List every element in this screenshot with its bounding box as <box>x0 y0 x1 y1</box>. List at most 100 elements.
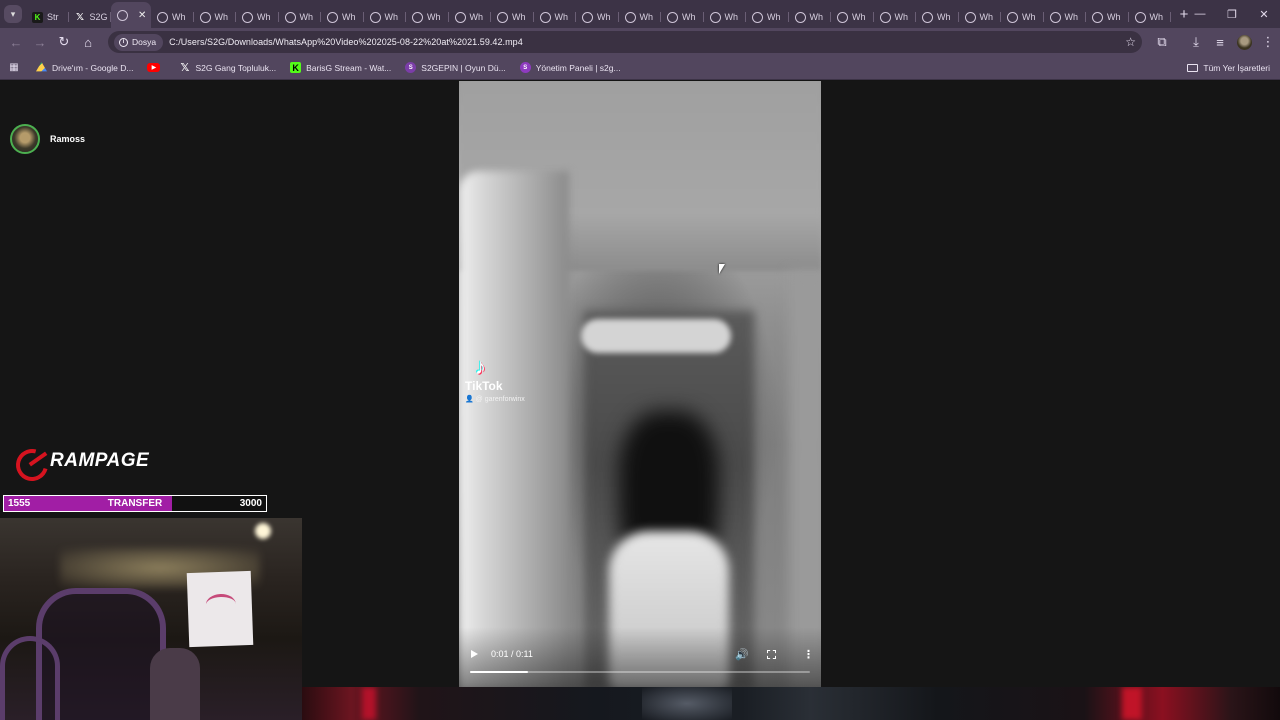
browser-tab[interactable]: ✕ <box>111 2 151 28</box>
browser-tab[interactable]: Wh <box>449 6 492 28</box>
tab-label: Wh <box>724 12 739 22</box>
bookmark-item[interactable]: Drive'ım - Google D... <box>36 62 133 73</box>
browser-tab[interactable]: Wh <box>1086 6 1129 28</box>
extensions-puzzle-icon[interactable]: ⧉ <box>1150 30 1174 54</box>
tab-label: Wh <box>852 12 866 22</box>
browser-tab[interactable]: Wh <box>279 6 322 28</box>
tab-list: K Str 𝕏 S2G ✕ Wh Wh Wh Wh Wh Wh Wh Wh Wh Wh Wh Wh Wh Wh Wh W… <box>26 0 1171 28</box>
all-bookmarks-label: Tüm Yer İşaretleri <box>1203 62 1270 73</box>
tab-label: Wh <box>469 12 484 22</box>
browser-tab[interactable]: K Str <box>26 6 69 28</box>
close-window-icon[interactable]: ✕ <box>1248 0 1280 28</box>
browser-tab[interactable]: Wh <box>704 6 747 28</box>
site-info-label: Dosya <box>132 37 157 47</box>
stream-background-strip <box>302 687 1280 720</box>
globe-icon <box>412 11 423 23</box>
browser-tab[interactable]: Wh <box>151 6 194 28</box>
panel-icon: S <box>519 62 531 73</box>
browser-tab[interactable]: Wh <box>789 6 832 28</box>
back-arrow-icon[interactable]: ← <box>4 30 28 54</box>
tiktok-brand: TikTok <box>465 379 503 393</box>
x-icon: 𝕏 <box>75 11 85 23</box>
bookmark-label: Drive'ım - Google D... <box>52 62 134 73</box>
x-icon: 𝕏 <box>180 62 190 74</box>
bookmark-label: S2G Gang Topluluk... <box>195 62 277 73</box>
profile-avatar[interactable] <box>1232 30 1256 54</box>
globe-icon <box>497 11 508 23</box>
streamer-badge: Ramoss <box>10 124 85 154</box>
forward-arrow-icon[interactable]: → <box>28 30 52 54</box>
browser-tab[interactable]: Wh <box>576 6 619 28</box>
tab-label: Wh <box>937 12 951 22</box>
browser-tab[interactable]: Wh <box>236 6 279 28</box>
tab-label: Wh <box>384 12 399 22</box>
browser-tab[interactable]: Wh <box>364 6 407 28</box>
globe-icon <box>157 11 168 23</box>
media-control-icon[interactable]: ≡ <box>1208 30 1232 54</box>
browser-tab[interactable]: Wh <box>874 6 917 28</box>
globe-icon <box>709 11 721 23</box>
video-player[interactable]: ♪ TikTok 👤 @ garenforwinx 0:01 / 0:11 🔊 … <box>459 81 821 687</box>
browser-tab[interactable]: Wh <box>1129 6 1172 28</box>
browser-toolbar: ← → ↻ ⌂ i Dosya C:/Users/S2G/Downloads/W… <box>0 28 1280 56</box>
home-icon[interactable]: ⌂ <box>76 30 100 54</box>
site-info-chip[interactable]: i Dosya <box>114 33 164 51</box>
browser-tab[interactable]: Wh <box>831 6 874 28</box>
bookmark-star-icon[interactable]: ☆ <box>1125 35 1136 49</box>
video-progress-bar[interactable] <box>470 671 810 673</box>
bookmark-item[interactable]: 𝕏 S2G Gang Topluluk... <box>179 62 277 74</box>
play-icon[interactable] <box>471 650 478 658</box>
video-frame-right-wall <box>789 271 821 687</box>
video-time: 0:01 / 0:11 <box>491 649 533 659</box>
bookmark-item[interactable]: ▶ <box>147 63 165 72</box>
browser-tab[interactable]: Wh <box>194 6 237 28</box>
globe-icon <box>199 11 211 23</box>
tab-label: Wh <box>299 12 314 22</box>
video-frame-light <box>581 319 731 353</box>
tab-label: S2G <box>89 12 108 22</box>
s2g-icon: S <box>405 62 417 73</box>
volume-icon[interactable]: 🔊 <box>735 648 749 661</box>
bookmark-item[interactable]: S Yönetim Paneli | s2g... <box>519 62 621 73</box>
browser-tab[interactable]: Wh <box>1044 6 1087 28</box>
browser-tab[interactable]: Wh <box>534 6 577 28</box>
globe-icon <box>1134 11 1146 23</box>
fullscreen-icon[interactable] <box>767 650 776 659</box>
address-bar[interactable]: i Dosya C:/Users/S2G/Downloads/WhatsApp%… <box>108 31 1142 53</box>
page-content: ♪ TikTok 👤 @ garenforwinx 0:01 / 0:11 🔊 … <box>0 81 1280 720</box>
tab-strip: ▾ K Str 𝕏 S2G ✕ Wh Wh Wh Wh Wh Wh Wh Wh Wh Wh Wh Wh Wh Wh W… <box>0 0 1280 28</box>
tab-search-chevron-icon[interactable]: ▾ <box>4 5 22 23</box>
browser-tab[interactable]: Wh <box>661 6 704 28</box>
tab-label: Wh <box>767 12 781 22</box>
google-drive-icon <box>36 62 47 72</box>
menu-kebab-icon[interactable]: ⋮ <box>1256 30 1280 54</box>
apps-grid-icon[interactable]: ▦ <box>2 56 26 80</box>
tab-label: Wh <box>597 12 611 22</box>
bookmark-item[interactable]: S S2GEPIN | Oyun Dü... <box>405 62 506 73</box>
bookmarks-list: Drive'ım - Google D... ▶ 𝕏 S2G Gang Toplulu… <box>36 62 635 74</box>
url-text[interactable]: C:/Users/S2G/Downloads/WhatsApp%20Video%… <box>169 37 523 47</box>
browser-tab[interactable]: Wh <box>1001 6 1044 28</box>
browser-tab[interactable]: Wh <box>916 6 959 28</box>
reload-icon[interactable]: ↻ <box>52 30 76 54</box>
minimize-icon[interactable]: — <box>1184 0 1216 28</box>
browser-tab[interactable]: Wh <box>746 6 789 28</box>
more-options-icon[interactable]: ⋮ <box>803 648 814 661</box>
bookmark-label: BarisG Stream - Wat... <box>306 62 392 73</box>
tiktok-handle-text: @ garenforwinx <box>475 396 525 403</box>
strip-glow-2 <box>642 687 732 720</box>
bookmark-item[interactable]: K BarisG Stream - Wat... <box>290 62 391 73</box>
globe-icon <box>327 11 338 23</box>
browser-tab[interactable]: Wh <box>491 6 534 28</box>
browser-tab[interactable]: Wh <box>406 6 449 28</box>
close-tab-icon[interactable]: ✕ <box>138 10 146 21</box>
tab-label: Wh <box>172 12 186 22</box>
browser-tab[interactable]: Wh <box>619 6 662 28</box>
restore-icon[interactable]: ❐ <box>1216 0 1248 28</box>
browser-tab[interactable]: 𝕏 S2G <box>69 6 112 28</box>
download-icon[interactable]: ⤓ <box>1184 30 1208 54</box>
browser-tab[interactable]: Wh <box>321 6 364 28</box>
browser-tab[interactable]: Wh <box>959 6 1002 28</box>
tiktok-watermark: ♪ TikTok 👤 @ garenforwinx <box>465 355 525 404</box>
all-bookmarks-button[interactable]: Tüm Yer İşaretleri <box>1187 63 1270 73</box>
